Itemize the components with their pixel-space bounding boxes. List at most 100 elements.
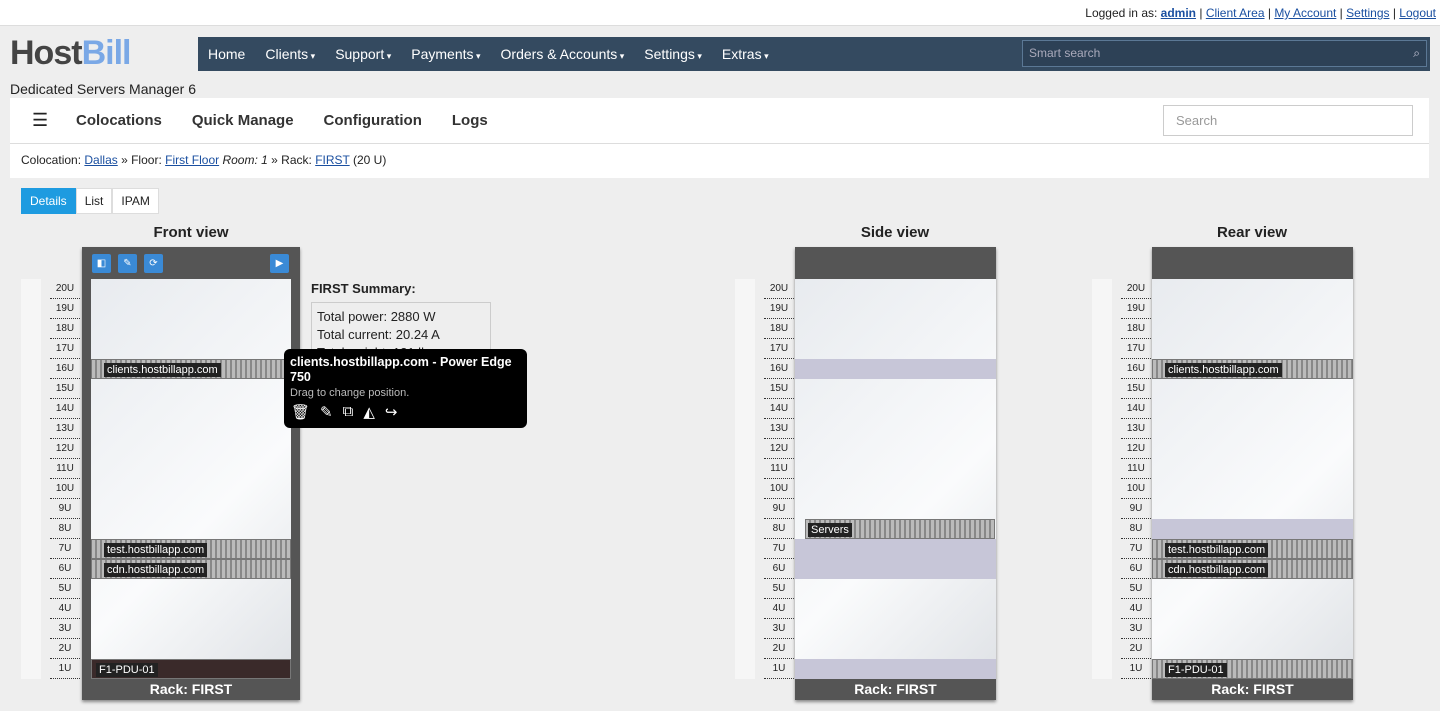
pencil-icon[interactable]: ✎ — [320, 403, 333, 421]
device-test[interactable]: test.hostbillapp.com — [91, 539, 291, 559]
rear-view-title: Rear view — [1216, 224, 1288, 241]
tab-logs[interactable]: Logs — [452, 112, 488, 129]
crumb-floor[interactable]: First Floor — [165, 153, 219, 167]
unit-label: 12U — [50, 439, 80, 459]
unit-label: 7U — [764, 539, 794, 559]
unit-label: 6U — [764, 559, 794, 579]
device-label: clients.hostbillapp.com — [104, 363, 221, 377]
edit-icon[interactable]: ✎ — [118, 254, 137, 273]
refresh-icon[interactable]: ⟳ — [144, 254, 163, 273]
crumb-size: (20 U) — [353, 153, 387, 167]
crumb-colo[interactable]: Dallas — [84, 153, 117, 167]
copy-icon[interactable]: ⧉ — [343, 403, 354, 421]
unit-label: 15U — [1121, 379, 1151, 399]
occupied-band — [795, 659, 996, 679]
crumb-label: » Rack: — [271, 153, 312, 167]
unit-label: 14U — [50, 399, 80, 419]
device-label: F1-PDU-01 — [1165, 663, 1227, 677]
tooltip-hint: Drag to change position. — [290, 387, 410, 399]
crumb-rack[interactable]: FIRST — [315, 153, 349, 167]
unit-label: 18U — [50, 319, 80, 339]
device-label: Servers — [808, 523, 852, 537]
smart-search-placeholder: Smart search — [1029, 46, 1101, 60]
unit-label: 16U — [1121, 359, 1151, 379]
unit-label: 1U — [50, 659, 80, 679]
logout-link[interactable]: Logout — [1399, 6, 1436, 20]
device-label: test.hostbillapp.com — [104, 543, 208, 557]
tab-colocations[interactable]: Colocations — [76, 112, 162, 129]
total-power: Total power: 2880 W — [317, 309, 436, 324]
rack-units: clients.hostbillapp.com test.hostbillapp… — [1152, 279, 1353, 679]
menu-icon[interactable]: ☰ — [32, 110, 76, 131]
tab-ipam[interactable]: IPAM — [112, 188, 159, 214]
admin-link[interactable]: admin — [1161, 6, 1196, 20]
device-pdu-rear[interactable]: F1-PDU-01 — [1152, 659, 1353, 679]
device-servers[interactable]: Servers — [805, 519, 995, 539]
rack-footer: Rack: FIRST — [149, 681, 233, 697]
tab-quick-manage[interactable]: Quick Manage — [192, 112, 294, 129]
device-cdn-rear[interactable]: cdn.hostbillapp.com — [1152, 559, 1353, 579]
unit-label: 2U — [764, 639, 794, 659]
prev-icon[interactable]: ◧ — [92, 254, 111, 273]
crumb-label: » Floor: — [121, 153, 162, 167]
smart-search-input[interactable]: Smart search ⌕ — [1022, 40, 1427, 67]
share-icon[interactable]: ↪ — [385, 403, 398, 421]
unit-label: 3U — [1121, 619, 1151, 639]
nav-home[interactable]: Home — [198, 46, 255, 62]
device-cdn[interactable]: cdn.hostbillapp.com — [91, 559, 291, 579]
unit-label: 11U — [764, 459, 794, 479]
crumb-room: Room: 1 — [222, 153, 268, 167]
chart-icon[interactable]: ◭ — [363, 403, 375, 421]
tooltip-title: clients.hostbillapp.com - Power Edge 750 — [290, 355, 512, 384]
nav-extras[interactable]: Extras — [712, 46, 779, 62]
my-account-link[interactable]: My Account — [1274, 6, 1336, 20]
unit-label: 9U — [50, 499, 80, 519]
unit-label: 14U — [764, 399, 794, 419]
unit-label: 10U — [764, 479, 794, 499]
front-rack: ◧ ✎ ⟳ ▶ clients.hostbillapp.com test.hos… — [82, 247, 300, 700]
sub-nav: ☰ Colocations Quick Manage Configuration… — [10, 98, 1429, 144]
device-test-rear[interactable]: test.hostbillapp.com — [1152, 539, 1353, 559]
unit-label: 12U — [1121, 439, 1151, 459]
rack-units: Servers — [795, 279, 996, 679]
view-tabs: Details List IPAM — [21, 188, 159, 214]
unit-label: 1U — [1121, 659, 1151, 679]
logged-in-label: Logged in as: — [1085, 6, 1158, 20]
unit-label: 3U — [50, 619, 80, 639]
unit-label: 14U — [1121, 399, 1151, 419]
search-input[interactable]: Search — [1163, 105, 1413, 136]
side-view-title: Side view — [860, 224, 930, 241]
client-area-link[interactable]: Client Area — [1206, 6, 1265, 20]
device-tooltip: clients.hostbillapp.com - Power Edge 750… — [284, 349, 527, 428]
settings-link[interactable]: Settings — [1346, 6, 1389, 20]
tab-list[interactable]: List — [75, 188, 113, 214]
device-label: cdn.hostbillapp.com — [1165, 563, 1269, 577]
occupied-band — [1152, 519, 1353, 539]
crumb-label: Colocation: — [21, 153, 82, 167]
trash-icon[interactable]: 🗑 — [291, 403, 310, 421]
next-icon[interactable]: ▶ — [270, 254, 289, 273]
rack-footer: Rack: FIRST — [1211, 681, 1294, 697]
unit-label: 15U — [764, 379, 794, 399]
unit-label: 13U — [764, 419, 794, 439]
unit-label: 5U — [50, 579, 80, 599]
summary-title: FIRST Summary: — [311, 281, 416, 296]
nav-settings[interactable]: Settings — [634, 46, 712, 62]
nav-orders[interactable]: Orders & Accounts — [491, 46, 635, 62]
nav-payments[interactable]: Payments — [401, 46, 490, 62]
rear-rack: clients.hostbillapp.com test.hostbillapp… — [1152, 247, 1353, 700]
tab-details[interactable]: Details — [21, 188, 76, 214]
unit-label: 1U — [764, 659, 794, 679]
logo[interactable]: HostBill — [10, 34, 131, 73]
unit-label: 4U — [1121, 599, 1151, 619]
unit-label: 5U — [1121, 579, 1151, 599]
device-clients-rear[interactable]: clients.hostbillapp.com — [1152, 359, 1353, 379]
main-nav: Home Clients Support Payments Orders & A… — [198, 37, 1430, 71]
device-pdu[interactable]: F1-PDU-01 — [91, 659, 291, 679]
search-icon[interactable]: ⌕ — [1413, 46, 1420, 61]
nav-support[interactable]: Support — [325, 46, 401, 62]
device-clients[interactable]: clients.hostbillapp.com — [91, 359, 291, 379]
nav-clients[interactable]: Clients — [255, 46, 325, 62]
unit-label: 12U — [764, 439, 794, 459]
tab-configuration[interactable]: Configuration — [324, 112, 422, 129]
